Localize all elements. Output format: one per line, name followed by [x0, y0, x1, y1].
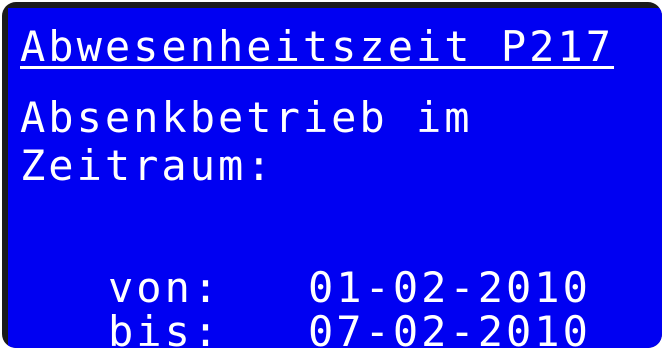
to-date-value[interactable]: 07-02-2010: [308, 308, 591, 348]
message-line-1: Absenkbetrieb im: [20, 93, 473, 142]
screen-title: Abwesenheitszeit P217: [20, 22, 615, 71]
lcd-screen: Abwesenheitszeit P217 Absenkbetrieb im Z…: [8, 8, 662, 348]
message-line-2: Zeitraum:: [20, 141, 275, 190]
from-date-value[interactable]: 01-02-2010: [308, 264, 591, 312]
from-label: von:: [108, 263, 222, 312]
device-bezel: Abwesenheitszeit P217 Absenkbetrieb im Z…: [2, 2, 662, 348]
to-label: bis:: [108, 307, 222, 348]
